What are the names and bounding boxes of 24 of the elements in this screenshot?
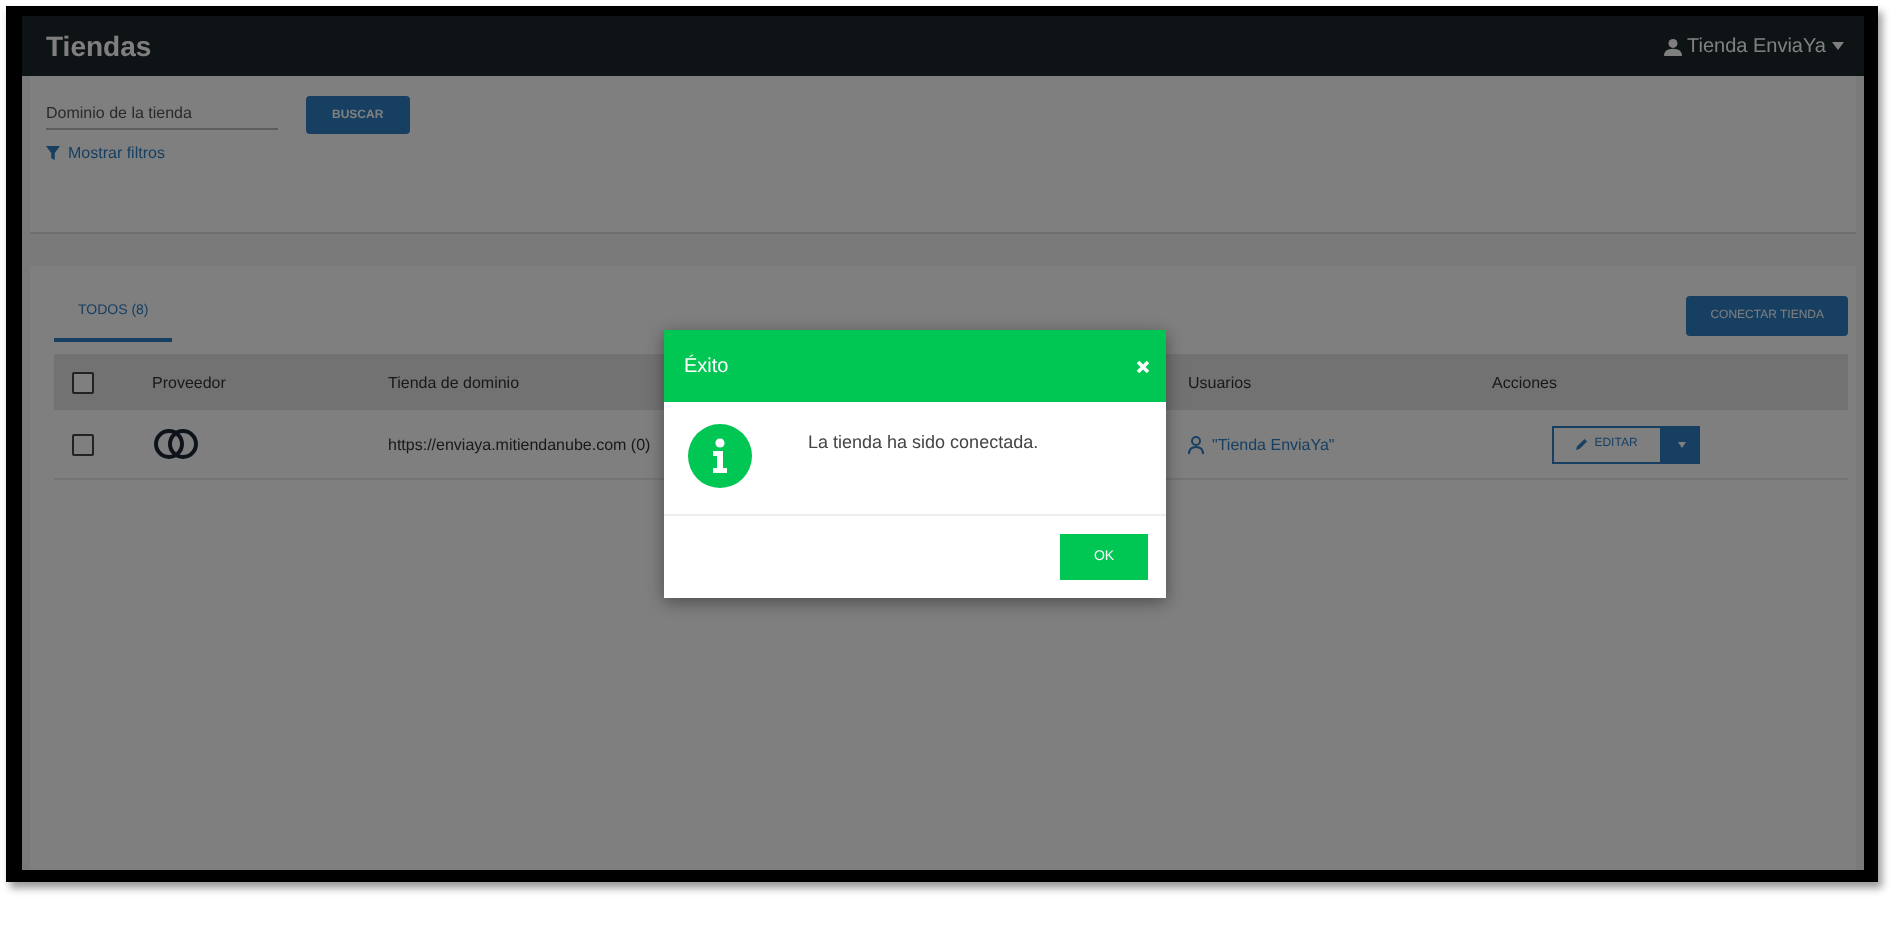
column-header: Usuarios [1188,373,1252,391]
user-icon [1663,37,1681,55]
checkbox[interactable] [72,433,94,455]
dialog-message: La tienda ha sido conectada. [808,432,1039,452]
column-header: Acciones [1492,373,1557,391]
pencil-icon [1576,438,1589,450]
close-icon[interactable] [1136,359,1150,373]
user-menu[interactable]: Tienda EnviaYa [1663,35,1844,57]
column-header: Tienda de dominio [388,373,520,391]
info-icon [688,424,752,488]
checkbox[interactable] [72,371,94,393]
domain-search-field[interactable]: Dominio de la tienda [46,96,278,130]
table-cell: https://enviaya.mitiendanube.com (0) [388,435,651,453]
caret-icon [1677,441,1685,447]
user-icon [1188,435,1204,453]
dropdown-button[interactable] [1662,425,1700,463]
caret-icon [1832,42,1844,50]
user-link[interactable]: "Tienda EnviaYa" [1188,435,1335,453]
linked-rings-icon [152,428,200,460]
page-title: Tiendas [46,30,152,62]
show-filters-link[interactable]: Mostrar filtros [46,144,165,162]
column-header: Proveedor [152,373,226,391]
dialog-title: Éxito [684,355,729,377]
filter-icon [46,146,60,160]
